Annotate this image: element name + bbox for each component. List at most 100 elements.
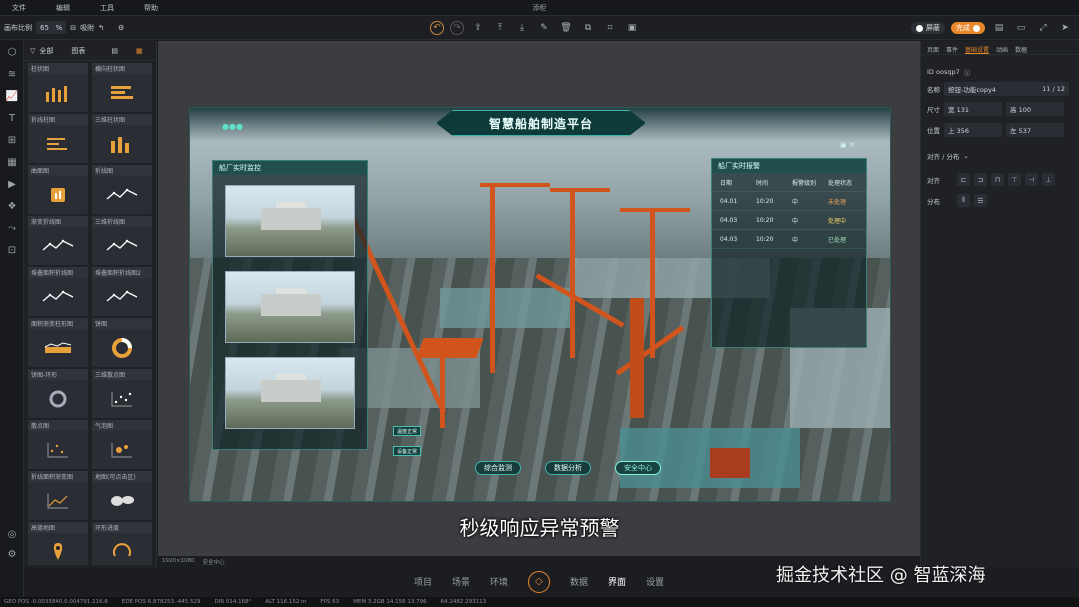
align-left-icon[interactable]: ⊏ bbox=[957, 173, 970, 186]
component-card[interactable]: 柱状图 bbox=[28, 63, 88, 112]
component-card[interactable]: 散点图 bbox=[28, 420, 88, 469]
menu-tools[interactable]: 工具 bbox=[100, 3, 114, 13]
grid-view-icon[interactable]: ▦ bbox=[136, 47, 143, 55]
distribute-v-icon[interactable]: ☰ bbox=[974, 194, 987, 207]
dashboard-screen[interactable]: 智慧船舶制造平台 ●●● ▣ ✕ 船厂实时监控 船厂实时报警 日期 时间 报警级… bbox=[189, 107, 891, 502]
undo-icon[interactable]: ↶ bbox=[430, 21, 444, 35]
flow-icon[interactable]: ⤳ bbox=[0, 217, 24, 239]
switch-finish[interactable]: 完成 bbox=[951, 22, 985, 34]
download-icon[interactable]: ⤓ bbox=[514, 20, 530, 36]
bubble-icon bbox=[92, 431, 152, 469]
delete-icon[interactable]: 🗑 bbox=[558, 20, 574, 36]
monitor-image-1[interactable] bbox=[225, 185, 355, 257]
text-icon[interactable]: T bbox=[0, 107, 24, 129]
tag-device[interactable]: 设备正常 bbox=[393, 446, 422, 456]
component-card[interactable]: 渐变折线图 bbox=[28, 216, 88, 265]
component-card[interactable]: 饼图 bbox=[92, 318, 152, 367]
monitor-image-3[interactable] bbox=[225, 357, 355, 429]
info-icon[interactable]: ⓘ bbox=[964, 67, 971, 77]
send-icon[interactable]: ➤ bbox=[1057, 20, 1073, 36]
layers-icon[interactable]: ≋ bbox=[0, 63, 24, 85]
component-card[interactable]: 饼图-环形 bbox=[28, 369, 88, 418]
width-input[interactable]: 宽 131 bbox=[944, 102, 1002, 116]
top-input[interactable]: 上 356 bbox=[944, 123, 1002, 137]
cube-icon[interactable]: ⬡ bbox=[0, 41, 24, 63]
component-card[interactable]: 三维折线图 bbox=[92, 216, 152, 265]
tab-basic[interactable]: 基础设置 bbox=[965, 45, 990, 54]
nav-scene[interactable]: 场景 bbox=[452, 575, 470, 588]
chevron-down-icon[interactable]: ⌄ bbox=[963, 152, 968, 160]
save-icon[interactable]: ▤ bbox=[991, 20, 1007, 36]
tab-data[interactable]: 数据 bbox=[1015, 45, 1027, 54]
settings-icon[interactable]: ⚙ bbox=[118, 24, 124, 32]
app-logo-icon[interactable]: ◇ bbox=[528, 570, 550, 593]
nav-environment[interactable]: 环境 bbox=[490, 575, 508, 588]
height-input[interactable]: 高 100 bbox=[1006, 102, 1064, 116]
upload-icon[interactable]: ⇪ bbox=[470, 20, 486, 36]
menu-file[interactable]: 文件 bbox=[12, 3, 26, 13]
nav-analysis-button[interactable]: 数据分析 bbox=[545, 461, 591, 475]
align-center-icon[interactable]: ⊐ bbox=[974, 173, 987, 186]
scale-input[interactable]: 65 % bbox=[36, 21, 67, 34]
import-icon[interactable]: ⤒ bbox=[492, 20, 508, 36]
chart-icon[interactable]: 📈 bbox=[0, 85, 24, 107]
distribute-h-icon[interactable]: ⫴ bbox=[957, 194, 970, 207]
grid-icon[interactable]: ▦ bbox=[0, 151, 24, 173]
undo-link-icon[interactable]: ↰ bbox=[98, 24, 104, 32]
snap-icon[interactable]: ⊟ bbox=[70, 24, 76, 32]
align-section-title[interactable]: 对齐 / 分布 bbox=[927, 151, 959, 161]
component-card[interactable]: 三维柱状图 bbox=[92, 114, 152, 163]
tab-all[interactable]: 全部 bbox=[39, 46, 53, 56]
switch-shield[interactable]: 屏蔽 bbox=[911, 22, 945, 34]
crop-icon[interactable]: ⌗ bbox=[602, 20, 618, 36]
component-card[interactable]: 横向柱状图 bbox=[92, 63, 152, 112]
align-bottom-icon[interactable]: ⊥ bbox=[1042, 173, 1055, 186]
component-card[interactable]: 三维散点图 bbox=[92, 369, 152, 418]
menu-edit[interactable]: 编辑 bbox=[56, 3, 70, 13]
left-input[interactable]: 左 537 bbox=[1006, 123, 1064, 137]
snap-label[interactable]: 吸附 bbox=[80, 23, 94, 33]
brush-icon[interactable]: ✎ bbox=[536, 20, 552, 36]
align-top-icon[interactable]: ⊤ bbox=[1008, 173, 1021, 186]
table-row[interactable]: 04.01 10:20 中 未处理 bbox=[712, 192, 866, 211]
component-card[interactable]: 堆叠面积折线图 bbox=[28, 267, 88, 316]
component-card[interactable]: 折线柱图 bbox=[28, 114, 88, 163]
component-card[interactable]: 堆叠面积折线图2 bbox=[92, 267, 152, 316]
config-icon[interactable]: ⚙ bbox=[0, 543, 24, 565]
fullscreen-icon[interactable]: ⤢ bbox=[1035, 20, 1051, 36]
table-row[interactable]: 04.03 10:20 中 处理中 bbox=[712, 211, 866, 230]
nav-settings[interactable]: 设置 bbox=[646, 575, 664, 588]
nav-safety-button[interactable]: 安全中心 bbox=[615, 461, 661, 475]
crane bbox=[570, 188, 575, 358]
copy-icon[interactable]: ⧉ bbox=[580, 20, 596, 36]
align-middle-icon[interactable]: ⊣ bbox=[1025, 173, 1038, 186]
monitor-image-2[interactable] bbox=[225, 271, 355, 343]
menu-help[interactable]: 帮助 bbox=[144, 3, 158, 13]
tab-chart[interactable]: 图表 bbox=[71, 46, 85, 56]
media-icon[interactable]: ▶ bbox=[0, 173, 24, 195]
nav-project[interactable]: 项目 bbox=[414, 575, 432, 588]
component-icon[interactable]: ❖ bbox=[0, 195, 24, 217]
redo-icon[interactable]: ↷ bbox=[450, 21, 464, 35]
table-row[interactable]: 04.03 10:20 中 已处理 bbox=[712, 230, 866, 249]
monitor-icon[interactable]: ▭ bbox=[1013, 20, 1029, 36]
canvas-area[interactable]: 智慧船舶制造平台 ●●● ▣ ✕ 船厂实时监控 船厂实时报警 日期 时间 报警级… bbox=[158, 41, 920, 556]
nav-monitor-button[interactable]: 综合监测 bbox=[475, 461, 521, 475]
component-card[interactable]: 曲面图 bbox=[28, 165, 88, 214]
tag-temperature[interactable]: 温度正常 bbox=[393, 426, 422, 436]
list-view-icon[interactable]: ▤ bbox=[111, 47, 118, 55]
name-input[interactable]: 按钮-功能copy4 11 / 12 bbox=[944, 82, 1069, 96]
nav-data[interactable]: 数据 bbox=[570, 575, 588, 588]
component-card[interactable]: 气泡图 bbox=[92, 420, 152, 469]
align-right-icon[interactable]: ⊓ bbox=[991, 173, 1004, 186]
component-card[interactable]: 折线图 bbox=[92, 165, 152, 214]
tab-animation[interactable]: 动画 bbox=[996, 45, 1008, 54]
tab-event[interactable]: 事件 bbox=[946, 45, 958, 54]
nav-interface[interactable]: 界面 bbox=[608, 575, 626, 588]
layer-icon[interactable]: ▣ bbox=[624, 20, 640, 36]
filter-icon[interactable]: ▽ bbox=[30, 47, 35, 55]
component-card[interactable]: 面积渐变柱形图 bbox=[28, 318, 88, 367]
box-icon[interactable]: ⊡ bbox=[0, 239, 24, 261]
tab-page[interactable]: 页面 bbox=[927, 45, 939, 54]
table-icon[interactable]: ⊞ bbox=[0, 129, 24, 151]
